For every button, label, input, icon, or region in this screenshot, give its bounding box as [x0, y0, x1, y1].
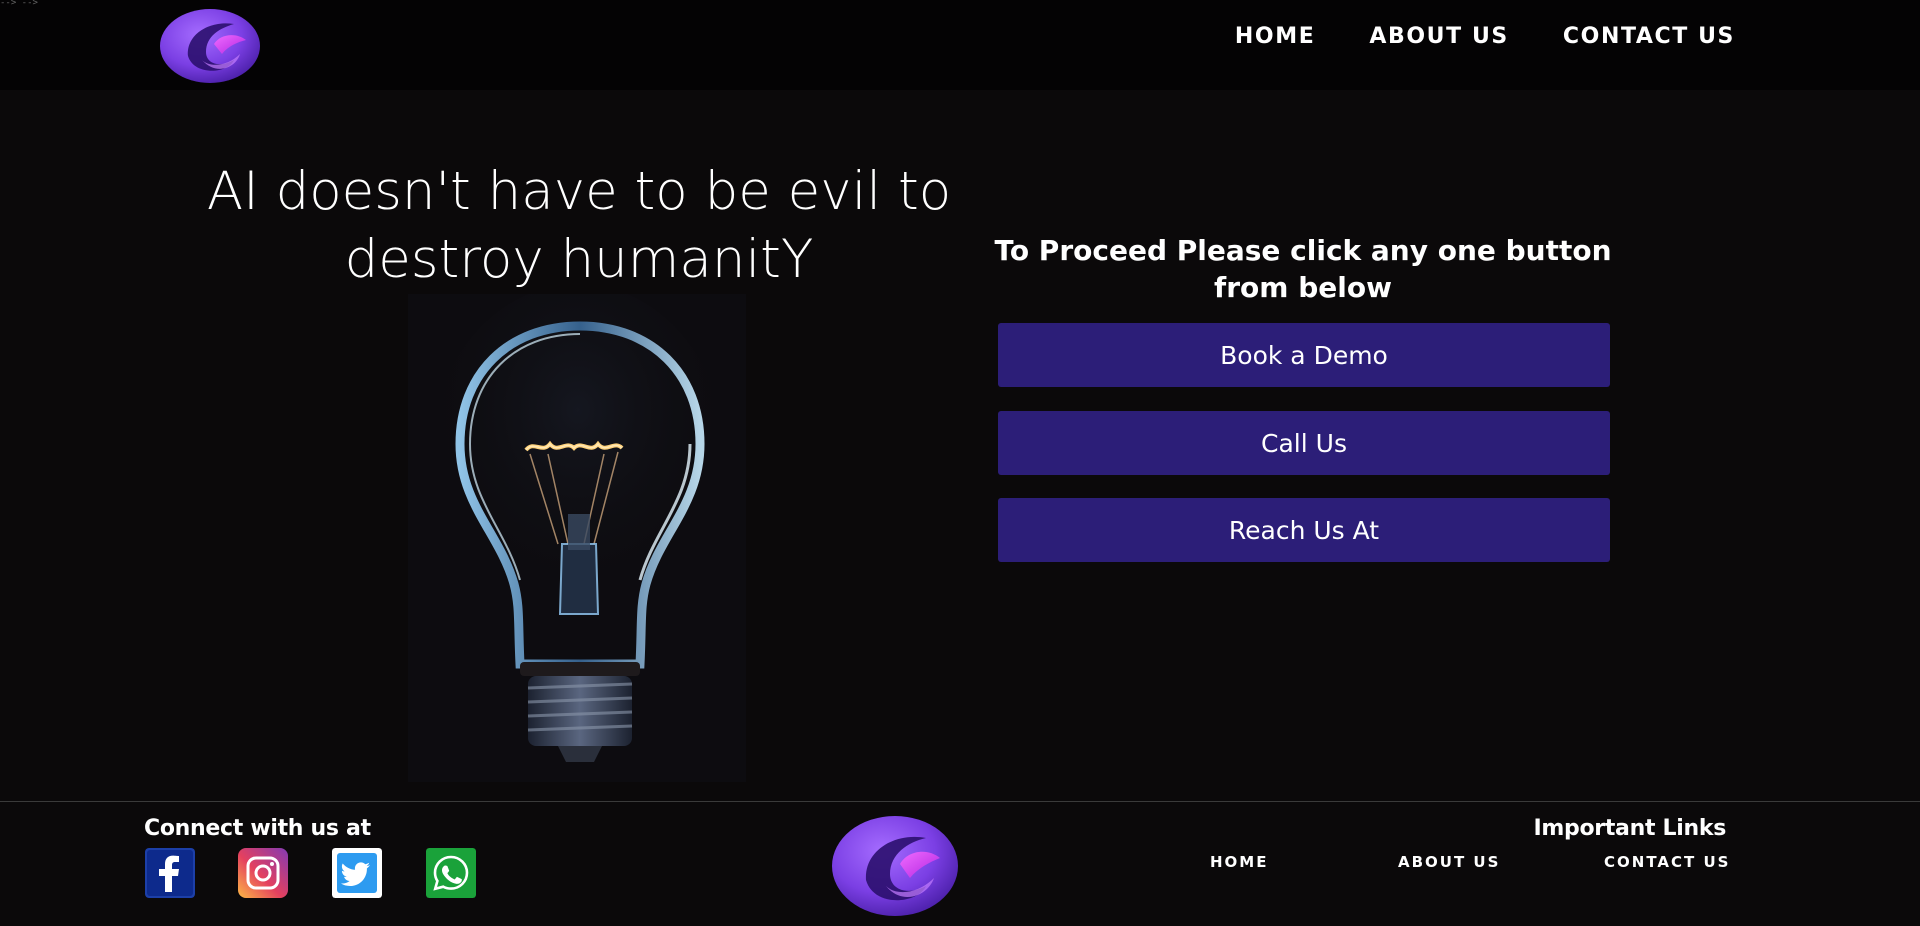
footer-logo-icon[interactable] [830, 812, 960, 918]
important-links-title: Important Links [1533, 816, 1727, 841]
nav-about-link[interactable]: ABOUT US [1369, 22, 1509, 52]
instagram-icon[interactable] [238, 848, 288, 898]
site-header: --> --> HOME ABOUT US CONTACT US [0, 0, 1920, 90]
facebook-icon[interactable] [145, 848, 195, 898]
light-bulb-image [408, 294, 746, 782]
corner-text: --> --> [0, 0, 38, 8]
twitter-icon[interactable] [332, 848, 382, 898]
nav-home-link[interactable]: HOME [1235, 22, 1315, 52]
call-us-button[interactable]: Call Us [998, 411, 1610, 475]
brand-logo-icon[interactable] [158, 4, 262, 84]
book-demo-button[interactable]: Book a Demo [998, 323, 1610, 387]
whatsapp-icon[interactable] [426, 848, 476, 898]
connect-label: Connect with us at [144, 816, 371, 841]
footer-home-link[interactable]: HOME [1210, 853, 1268, 871]
footer-contact-link[interactable]: CONTACT US [1604, 853, 1730, 871]
hero-title: AI doesn't have to be evil to destroy hu… [206, 161, 952, 290]
cta-heading: To Proceed Please click any one button f… [994, 234, 1612, 304]
footer-about-link[interactable]: ABOUT US [1398, 853, 1500, 871]
page: --> --> HOME ABOUT US CONTACT US AI does… [0, 0, 1920, 926]
main-nav: HOME ABOUT US CONTACT US [1235, 22, 1735, 52]
nav-contact-link[interactable]: CONTACT US [1563, 22, 1735, 52]
site-footer: Connect with us at Important Links HOME … [0, 801, 1920, 926]
reach-us-button[interactable]: Reach Us At [998, 498, 1610, 562]
